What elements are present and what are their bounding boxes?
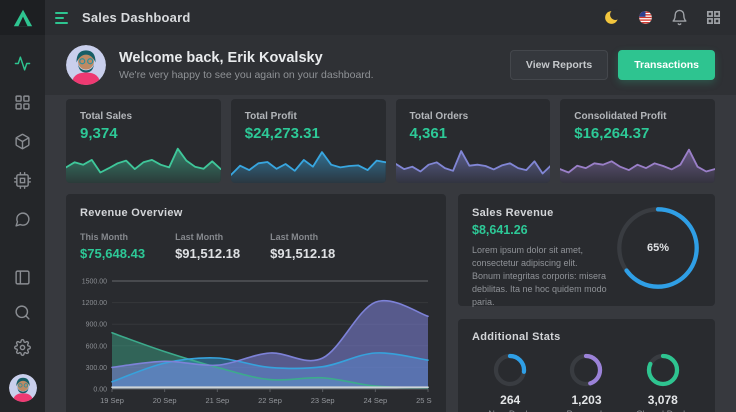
view-reports-button[interactable]: View Reports: [510, 50, 608, 80]
stat-new-deals: 264 New Deals: [475, 353, 545, 412]
additional-stats-row: 264 New Deals 1,203 Proposals 3,078 Clos…: [472, 353, 701, 412]
chat-icon[interactable]: [14, 211, 31, 228]
page-title: Sales Dashboard: [82, 10, 191, 25]
stat-card-label: Total Sales: [80, 111, 221, 122]
settings-gear-icon[interactable]: [14, 339, 31, 356]
svg-text:24 Sep: 24 Sep: [363, 396, 387, 405]
total-profit-sparkline: [231, 143, 386, 183]
revenue-overview-panel: Revenue Overview This Month $75,648.43 L…: [66, 194, 446, 412]
welcome-banner: Welcome back, Erik Kovalsky We're very h…: [45, 35, 736, 95]
stat-card-total-sales: Total Sales 9,374: [66, 99, 221, 183]
stat-card-consolidated-profit: Consolidated Profit $16,264.37: [560, 99, 715, 183]
stat-card-value: $16,264.37: [574, 125, 715, 142]
revenue-stat-last-month-2: Last Month $91,512.18: [270, 232, 335, 261]
cpu-icon[interactable]: [14, 172, 31, 189]
logo-triangle-icon: [12, 7, 34, 29]
total-orders-sparkline: [396, 143, 551, 183]
stat-card-value: 4,361: [410, 125, 551, 142]
transactions-button[interactable]: Transactions: [618, 50, 715, 80]
main-content: Total Sales 9,374 Total Profit $24,273.3…: [45, 95, 736, 412]
box-icon[interactable]: [14, 133, 31, 150]
sales-revenue-description: Lorem ipsum dolor sit amet, consectetur …: [472, 244, 607, 309]
sidebar: [0, 0, 45, 412]
stat-closed-deals: 3,078 Closed Deals: [628, 353, 698, 412]
dashboard-grid-icon[interactable]: [14, 94, 31, 111]
additional-stats-title: Additional Stats: [472, 331, 701, 343]
consolidated-profit-sparkline: [560, 143, 715, 183]
activity-icon[interactable]: [14, 55, 31, 72]
closed-deals-donut-chart: [646, 353, 680, 387]
notifications-bell-icon[interactable]: [671, 9, 688, 26]
header-icons: [603, 9, 722, 26]
svg-text:1500.00: 1500.00: [82, 279, 107, 286]
svg-text:21 Sep: 21 Sep: [205, 396, 229, 405]
stat-card-value: $24,273.31: [245, 125, 386, 142]
svg-text:600.00: 600.00: [86, 343, 108, 350]
sales-revenue-panel: Sales Revenue $8,641.26 Lorem ipsum dolo…: [458, 194, 715, 306]
sales-dashboard-app: Sales Dashboard Welcome back, Erik Koval…: [0, 0, 736, 412]
total-sales-sparkline: [66, 143, 221, 183]
dark-mode-moon-icon[interactable]: [603, 9, 620, 26]
stat-card-total-orders: Total Orders 4,361: [396, 99, 551, 183]
svg-text:22 Sep: 22 Sep: [258, 396, 282, 405]
svg-text:0.00: 0.00: [93, 387, 107, 394]
new-deals-donut-chart: [493, 353, 527, 387]
welcome-actions: View Reports Transactions: [510, 50, 715, 80]
sales-revenue-title: Sales Revenue: [472, 207, 607, 219]
sales-revenue-donut: 65%: [615, 205, 701, 291]
sales-revenue-value: $8,641.26: [472, 223, 607, 237]
stat-card-label: Total Orders: [410, 111, 551, 122]
right-column: Sales Revenue $8,641.26 Lorem ipsum dolo…: [458, 194, 715, 412]
stat-card-value: 9,374: [80, 125, 221, 142]
stat-card-label: Consolidated Profit: [574, 111, 715, 122]
sales-revenue-percent: 65%: [615, 205, 701, 291]
sales-revenue-info: Sales Revenue $8,641.26 Lorem ipsum dolo…: [472, 207, 615, 293]
svg-text:300.00: 300.00: [86, 365, 108, 372]
revenue-stats: This Month $75,648.43 Last Month $91,512…: [80, 232, 432, 261]
sidebar-bottom: [9, 269, 37, 412]
profile-avatar[interactable]: [9, 374, 37, 402]
pages-icon[interactable]: [14, 269, 31, 286]
welcome-subheading: We're very happy to see you again on you…: [119, 69, 374, 81]
revenue-overview-title: Revenue Overview: [80, 207, 432, 219]
us-flag-icon[interactable]: [637, 9, 654, 26]
sidebar-nav: [14, 55, 31, 228]
revenue-overview-chart: 0.00 300.00 600.00 900.00 1200.00 1500.00 19 S…: [80, 269, 432, 412]
proposals-donut-chart: [569, 353, 603, 387]
revenue-stat-last-month-1: Last Month $91,512.18: [175, 232, 240, 261]
stat-card-label: Total Profit: [245, 111, 386, 122]
stat-cards-row: Total Sales 9,374 Total Profit $24,273.3…: [66, 99, 715, 183]
app-logo[interactable]: [0, 0, 45, 35]
panels-row: Revenue Overview This Month $75,648.43 L…: [66, 194, 715, 412]
svg-text:20 Sep: 20 Sep: [153, 396, 177, 405]
revenue-stat-this-month: This Month $75,648.43: [80, 232, 145, 261]
welcome-text: Welcome back, Erik Kovalsky We're very h…: [119, 50, 374, 81]
svg-text:23 Sep: 23 Sep: [311, 396, 335, 405]
svg-text:25 Sep: 25 Sep: [416, 396, 432, 405]
user-avatar: [66, 45, 106, 85]
apps-grid-icon[interactable]: [705, 9, 722, 26]
search-icon[interactable]: [14, 304, 31, 321]
stat-card-total-profit: Total Profit $24,273.31: [231, 99, 386, 183]
svg-text:1200.00: 1200.00: [82, 300, 107, 307]
svg-text:19 Sep: 19 Sep: [100, 396, 124, 405]
welcome-heading: Welcome back, Erik Kovalsky: [119, 50, 374, 66]
menu-toggle-icon[interactable]: [55, 12, 69, 24]
stat-proposals: 1,203 Proposals: [551, 353, 621, 412]
svg-text:900.00: 900.00: [86, 322, 108, 329]
additional-stats-panel: Additional Stats 264 New Deals 1,203 Pro…: [458, 319, 715, 412]
top-header: Sales Dashboard: [45, 0, 736, 35]
